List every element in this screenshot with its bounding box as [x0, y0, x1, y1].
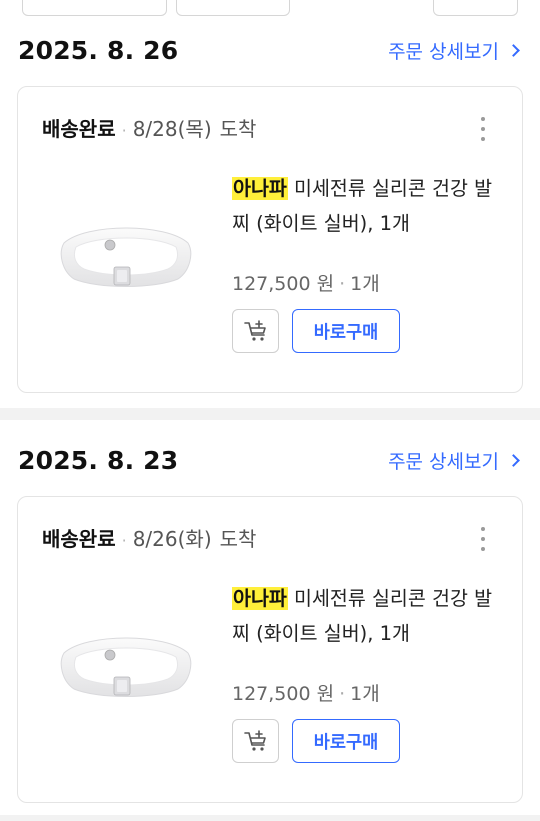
separator-dot: ·: [121, 531, 127, 550]
price-row: 127,500 원 · 1개: [232, 679, 380, 706]
separator-dot: ·: [339, 273, 346, 295]
top-button-left[interactable]: [22, 0, 167, 16]
section-divider: [0, 815, 540, 821]
separator-dot: ·: [121, 121, 127, 140]
order-detail-link[interactable]: 주문 상세보기: [388, 447, 520, 474]
buy-again-button[interactable]: 바로구매: [292, 719, 400, 763]
quantity: 1개: [350, 683, 380, 705]
quantity: 1개: [350, 273, 380, 295]
product-thumbnail[interactable]: [56, 205, 196, 305]
delivery-status: 배송완료 · 8/28(목) 도착: [42, 113, 256, 142]
price-row: 127,500 원 · 1개: [232, 269, 380, 296]
more-vertical-icon[interactable]: [480, 527, 486, 551]
arrival-date: 8/26(화): [132, 527, 212, 551]
section-divider: [0, 408, 540, 420]
order-date: 2025. 8. 23: [18, 445, 179, 475]
order-detail-label: 주문 상세보기: [388, 450, 499, 473]
arrival-date: 8/28(목): [132, 117, 212, 141]
add-to-cart-button[interactable]: [232, 309, 279, 353]
brand-highlight: 아나파: [232, 587, 288, 610]
chevron-right-icon: [507, 453, 520, 467]
price: 127,500 원: [232, 683, 335, 705]
order-date: 2025. 8. 26: [18, 35, 179, 65]
delivery-status: 배송완료 · 8/26(화) 도착: [42, 523, 256, 552]
price: 127,500 원: [232, 273, 335, 295]
brand-highlight: 아나파: [232, 177, 288, 200]
product-name[interactable]: 아나파 미세전류 실리콘 건강 발찌 (화이트 실버), 1개: [232, 581, 502, 651]
order-header: 2025. 8. 26 주문 상세보기: [18, 34, 520, 66]
arrival-label: 도착: [219, 117, 257, 141]
order-card: 배송완료 · 8/28(목) 도착 아나파 미세전류 실리콘 건강 발찌 (화이…: [17, 86, 523, 393]
chevron-right-icon: [507, 43, 520, 57]
product-thumbnail[interactable]: [56, 615, 196, 715]
top-button-row: [0, 0, 540, 20]
add-to-cart-icon: [243, 320, 266, 341]
more-vertical-icon[interactable]: [480, 117, 486, 141]
buy-again-button[interactable]: 바로구매: [292, 309, 400, 353]
order-card: 배송완료 · 8/26(화) 도착 아나파 미세전류 실리콘 건강 발찌 (화이…: [17, 496, 523, 803]
product-name[interactable]: 아나파 미세전류 실리콘 건강 발찌 (화이트 실버), 1개: [232, 171, 502, 241]
order-header: 2025. 8. 23 주문 상세보기: [18, 444, 520, 476]
top-button-middle[interactable]: [176, 0, 290, 16]
status-badge: 배송완료: [42, 527, 116, 551]
separator-dot: ·: [339, 683, 346, 705]
order-detail-label: 주문 상세보기: [388, 40, 499, 63]
status-badge: 배송완료: [42, 117, 116, 141]
add-to-cart-icon: [243, 730, 266, 751]
order-detail-link[interactable]: 주문 상세보기: [388, 37, 520, 64]
add-to-cart-button[interactable]: [232, 719, 279, 763]
arrival-label: 도착: [219, 527, 257, 551]
top-button-right[interactable]: [433, 0, 518, 16]
